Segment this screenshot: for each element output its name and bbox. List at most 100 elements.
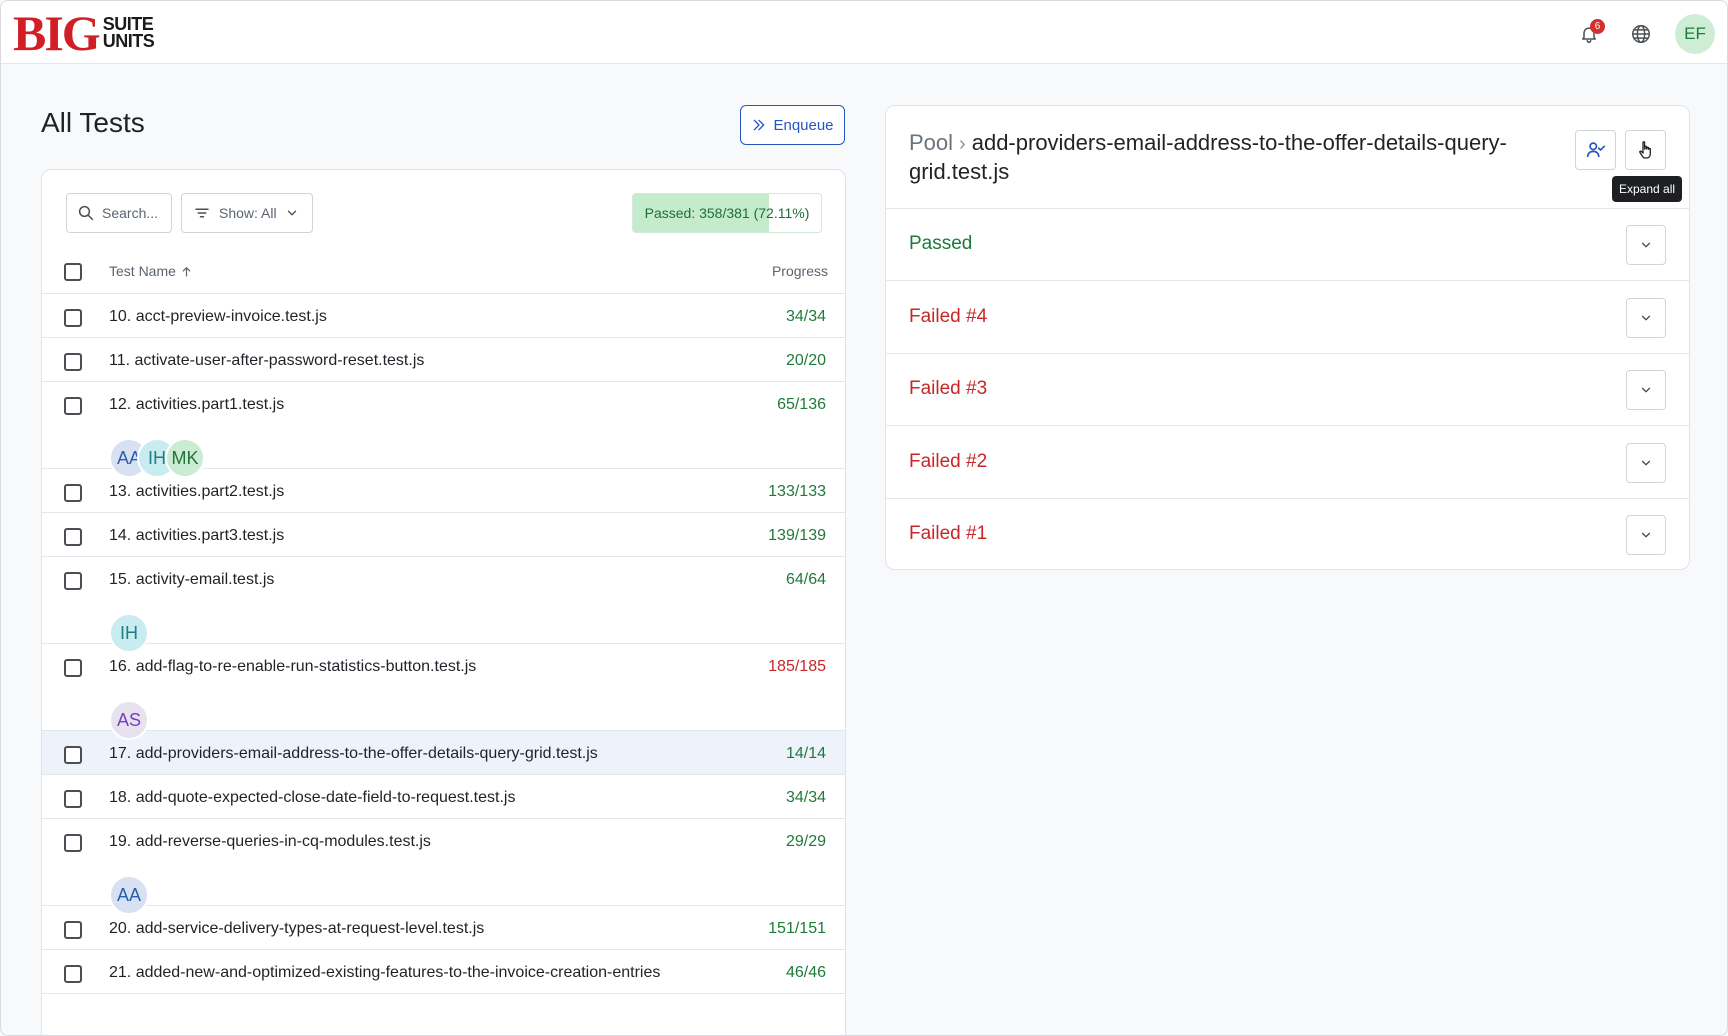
attempt-section[interactable]: Failed #3: [886, 354, 1689, 426]
assignee-avatar[interactable]: MK: [165, 438, 205, 478]
pass-summary-bar: Passed: 358/381 (72.11%): [632, 193, 822, 233]
search-placeholder: Search...: [102, 205, 159, 221]
test-name: 14. activities.part3.test.js: [109, 527, 285, 544]
attempt-expand-button[interactable]: [1626, 515, 1666, 555]
user-check-icon: [1586, 142, 1605, 158]
test-progress: 46/46: [785, 964, 826, 981]
table-row[interactable]: 10. acct-preview-invoice.test.js 34/34: [42, 294, 845, 338]
attempt-section[interactable]: Failed #4: [886, 282, 1689, 354]
test-progress: 65/136: [777, 396, 826, 413]
attempt-expand-button[interactable]: [1626, 225, 1666, 265]
assignee-avatar[interactable]: IH: [109, 613, 149, 653]
select-all-checkbox[interactable]: [64, 263, 82, 281]
attempt-label: Failed #2: [909, 450, 988, 472]
logo-line-2: UNITS: [102, 31, 155, 51]
breadcrumb-current: add-providers-email-address-to-the-offer…: [909, 130, 1507, 184]
logo-small-text: SUITE UNITS: [102, 15, 155, 51]
row-checkbox[interactable]: [64, 353, 82, 371]
row-checkbox[interactable]: [64, 572, 82, 590]
row-checkbox[interactable]: [64, 790, 82, 808]
test-progress: 151/151: [768, 920, 826, 937]
row-checkbox[interactable]: [64, 921, 82, 939]
logo-big-text: BIG: [13, 5, 101, 61]
chevron-down-icon: [1641, 460, 1651, 465]
search-input[interactable]: Search...: [66, 193, 172, 233]
test-name: 11. activate-user-after-password-reset.t…: [109, 352, 425, 369]
expand-all-tooltip: Expand all: [1612, 176, 1683, 202]
notification-count-badge: 6: [1590, 19, 1605, 34]
expand-all-button[interactable]: [1625, 130, 1666, 170]
attempt-expand-button[interactable]: [1626, 370, 1666, 410]
globe-icon: [1632, 25, 1650, 43]
row-checkbox[interactable]: [64, 659, 82, 677]
tests-table-card: Search... Show: All Passed: 358/381 (72.…: [41, 169, 846, 1035]
test-detail-card: Pool › add-providers-email-address-to-the-…: [885, 105, 1690, 570]
row-checkbox[interactable]: [64, 965, 82, 983]
table-row[interactable]: 15. activity-email.test.js 64/64 IH: [42, 557, 845, 653]
table-row[interactable]: 14. activities.part3.test.js 139/139: [42, 513, 845, 557]
test-progress: 34/34: [785, 789, 826, 806]
user-avatar[interactable]: EF: [1675, 14, 1715, 54]
app-window: BIG SUITE UNITS 6 EF All Tests Enqueue S…: [0, 0, 1728, 1036]
test-progress: 20/20: [785, 352, 826, 369]
row-checkbox[interactable]: [64, 397, 82, 415]
row-checkbox[interactable]: [64, 528, 82, 546]
table-row[interactable]: 11. activate-user-after-password-reset.t…: [42, 338, 845, 382]
test-name: 21. added-new-and-optimized-existing-fea…: [109, 964, 661, 981]
assignee-avatar[interactable]: AS: [109, 700, 149, 740]
table-row[interactable]: 12. activities.part1.test.js 65/136 AA IH MK: [42, 382, 845, 478]
table-row[interactable]: 16. add-flag-to-re-enable-run-statistics…: [42, 644, 845, 740]
notifications-button[interactable]: 6: [1571, 16, 1607, 52]
column-header-test-name[interactable]: Test Name: [109, 263, 193, 279]
show-filter-select[interactable]: Show: All: [181, 193, 313, 233]
table-row[interactable]: 17. add-providers-email-address-to-the-o…: [42, 731, 845, 775]
chevron-down-icon: [287, 210, 296, 216]
table-row[interactable]: 20. add-service-delivery-types-at-reques…: [42, 906, 845, 950]
search-icon: [78, 205, 94, 221]
test-name: 18. add-quote-expected-close-date-field-…: [109, 789, 516, 806]
chevron-down-icon: [1641, 387, 1651, 393]
attempt-expand-button[interactable]: [1626, 442, 1666, 483]
double-chevron-right-icon: [754, 119, 765, 131]
filter-label: Show: All: [219, 205, 277, 221]
chevron-down-icon: [1641, 242, 1651, 248]
attempt-section[interactable]: Failed #2: [886, 427, 1689, 499]
row-checkbox[interactable]: [64, 746, 82, 764]
chevron-down-icon: [1641, 532, 1651, 538]
column-header-progress: Progress: [771, 263, 828, 279]
cursor-hand-icon: [1638, 141, 1651, 159]
filter-icon: [195, 208, 209, 218]
attempt-section[interactable]: Passed: [886, 209, 1689, 281]
row-checkbox[interactable]: [64, 484, 82, 502]
sort-ascending-icon: [182, 266, 191, 276]
enqueue-button[interactable]: Enqueue: [740, 105, 845, 145]
test-name: 15. activity-email.test.js: [109, 571, 275, 588]
table-row[interactable]: 18. add-quote-expected-close-date-field-…: [42, 775, 845, 819]
table-row[interactable]: 21. added-new-and-optimized-existing-fea…: [42, 950, 845, 994]
assignee-avatar[interactable]: AA: [109, 875, 149, 915]
language-button[interactable]: [1623, 16, 1659, 52]
enqueue-label: Enqueue: [773, 116, 834, 134]
attempt-label: Passed: [909, 233, 973, 254]
test-progress: 34/34: [785, 308, 826, 325]
chevron-right-icon: ›: [959, 133, 966, 155]
assign-user-button[interactable]: [1575, 130, 1616, 170]
column-header-test-name-label: Test Name: [109, 263, 176, 279]
test-progress: 14/14: [785, 745, 826, 762]
test-progress: 185/185: [768, 658, 826, 675]
top-actions: 6 EF: [1571, 14, 1715, 54]
table-row[interactable]: 19. add-reverse-queries-in-cq-modules.te…: [42, 819, 845, 915]
assignee-avatars: AA IH MK: [109, 438, 205, 478]
logo[interactable]: BIG SUITE UNITS: [13, 5, 155, 61]
page-title: All Tests: [41, 107, 145, 138]
attempt-section[interactable]: Failed #1: [886, 499, 1689, 571]
breadcrumb-root[interactable]: Pool: [909, 130, 953, 155]
row-checkbox[interactable]: [64, 834, 82, 852]
attempt-label: Failed #1: [909, 523, 988, 544]
test-name: 17. add-providers-email-address-to-the-o…: [109, 745, 598, 762]
test-name: 13. activities.part2.test.js: [109, 483, 285, 500]
table-header: Test Name Progress: [42, 250, 845, 294]
test-name: 10. acct-preview-invoice.test.js: [109, 308, 327, 325]
attempt-expand-button[interactable]: [1626, 297, 1666, 338]
row-checkbox[interactable]: [64, 309, 82, 327]
